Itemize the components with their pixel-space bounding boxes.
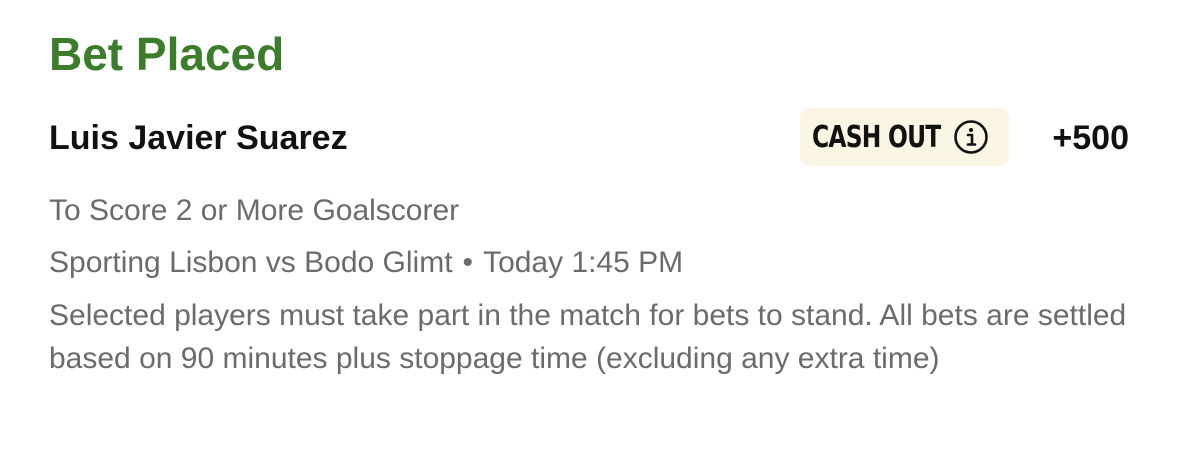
bet-status-title: Bet Placed bbox=[49, 28, 285, 80]
market-description: To Score 2 or More Goalscorer bbox=[49, 194, 460, 227]
odds-value: +500 bbox=[1052, 119, 1129, 157]
player-name: Luis Javier Suarez bbox=[49, 119, 348, 157]
event-match: Sporting Lisbon vs Bodo Glimt bbox=[49, 246, 453, 279]
event-info: Sporting Lisbon vs Bodo Glimt • Today 1:45… bbox=[49, 244, 683, 282]
info-icon[interactable] bbox=[953, 119, 989, 155]
bet-disclaimer: Selected players must take part in the m… bbox=[49, 299, 1127, 375]
event-time: Today 1:45 PM bbox=[483, 246, 684, 279]
cash-out-button[interactable]: CASH OUT bbox=[800, 108, 1009, 166]
separator-dot: • bbox=[462, 246, 474, 279]
cash-out-label: CASH OUT bbox=[812, 119, 941, 155]
